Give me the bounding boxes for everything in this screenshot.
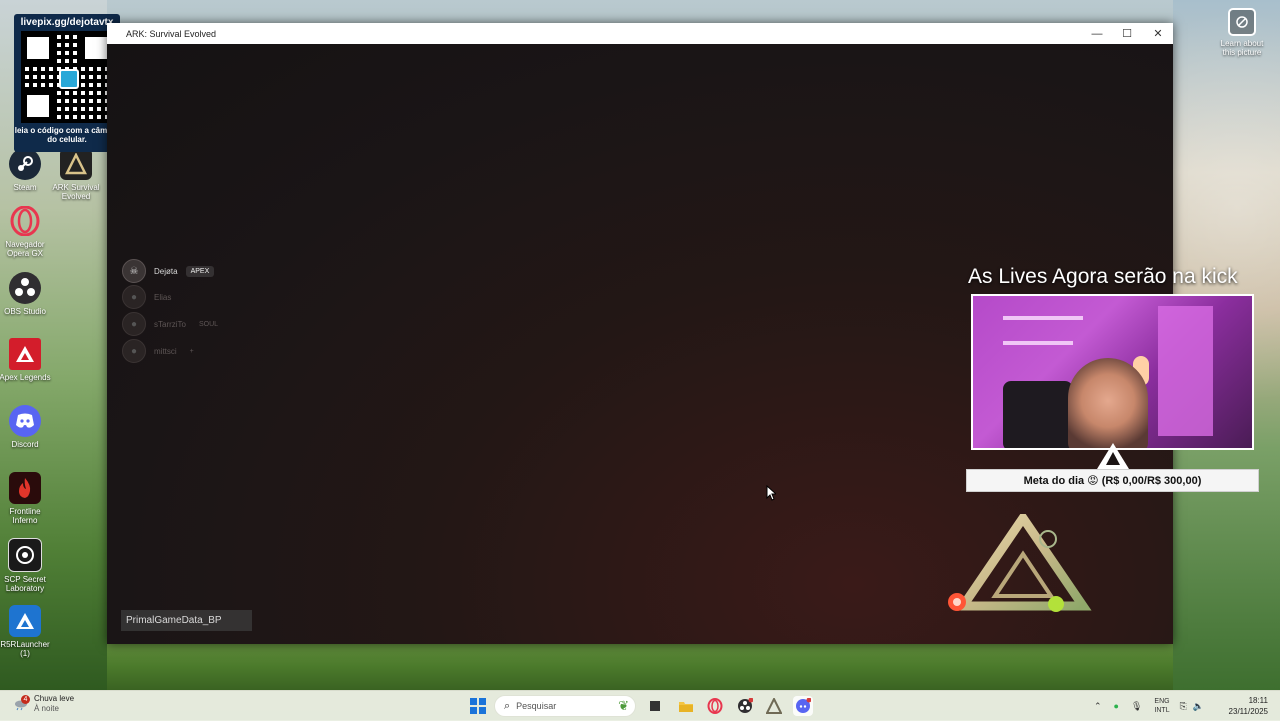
webcam-feed	[971, 294, 1254, 450]
stream-title: As Lives Agora serão na kick	[968, 265, 1238, 288]
desktop-icon-discord[interactable]: Discord	[0, 405, 51, 449]
mouse-cursor-icon	[766, 485, 776, 501]
minimize-button[interactable]: —	[1082, 23, 1112, 44]
qr-url-text: livepix.gg/dejotavtx	[20, 17, 114, 28]
desktop-icon-r5r[interactable]: R5RLauncher (1)	[0, 605, 51, 658]
qr-code	[21, 31, 113, 123]
tray-overflow-chevron-icon[interactable]: ⌃	[1094, 701, 1102, 712]
keyboard-lang: ENG	[1154, 698, 1170, 705]
desktop-icon-label: Discord	[11, 440, 39, 449]
discord-icon	[796, 698, 811, 713]
desktop-icon-label: Frontline Inferno	[9, 507, 41, 525]
learn-label: Learn about this picture	[1220, 39, 1264, 57]
taskbar-obs[interactable]	[735, 696, 755, 716]
discord-icon	[9, 405, 41, 437]
avatar: ☠	[122, 259, 146, 283]
weather-icon: 4	[14, 695, 30, 711]
window-title: ARK: Survival Evolved	[126, 28, 217, 39]
camera-icon	[1228, 8, 1256, 36]
tray-status-icon[interactable]: ●	[1114, 701, 1119, 711]
avatar: ●	[122, 339, 146, 363]
keyboard-variant: INTL	[1154, 707, 1170, 714]
start-button[interactable]	[470, 698, 486, 714]
loading-status-label: PrimalGameData_BP	[121, 610, 252, 631]
network-icon[interactable]: ⎘	[1180, 701, 1187, 712]
microphone-icon[interactable]: 🎙	[1131, 701, 1142, 712]
donation-goal-bar: Meta do dia 😡 (R$ 0,00/R$ 300,00)	[966, 469, 1259, 492]
taskbar-clock[interactable]: 18:11 23/11/2025	[1222, 695, 1268, 717]
ark-logo	[948, 514, 1092, 612]
party-member: ● sTarrziTo SOUL	[122, 312, 223, 336]
clock-time: 18:11	[1248, 696, 1268, 705]
party-member-tag: APEX	[185, 265, 215, 277]
desktop-icon-frontline[interactable]: Frontline Inferno	[0, 472, 51, 525]
keyboard-layout[interactable]: ENG INTL	[1154, 697, 1169, 715]
qr-hint-text: leia o código com a câmera do celular.	[14, 126, 120, 144]
search-placeholder: Pesquisar	[516, 701, 557, 711]
taskbar: 4 Chuva leve À noite ⌕ Pesquisar ❦ ⌃ ● 🎙	[0, 690, 1280, 721]
window-titlebar[interactable]: ARK: Survival Evolved — ☐ ✕	[107, 23, 1173, 45]
frontline-icon	[9, 472, 41, 504]
desktop-icon-label: R5RLauncher (1)	[0, 640, 50, 658]
desktop-wallpaper-bottom	[107, 644, 1173, 690]
search-highlight-icon: ❦	[618, 698, 629, 713]
desktop-icon-label: SCP Secret Laboratory	[4, 575, 46, 593]
clock-date: 23/11/2025	[1228, 707, 1268, 716]
desktop-icon-label: Apex Legends	[0, 373, 51, 382]
learn-about-picture[interactable]: Learn about this picture	[1216, 8, 1268, 57]
party-member-name: Dejøta	[154, 266, 178, 276]
volume-icon[interactable]: 🔈	[1193, 701, 1204, 712]
avatar: ●	[122, 285, 146, 309]
desktop-icon-ark[interactable]: ARK Survival Evolved	[50, 148, 102, 201]
desktop-icon-obs[interactable]: OBS Studio	[0, 272, 51, 316]
party-member-tag: +	[189, 347, 194, 355]
task-view-button[interactable]	[645, 696, 665, 716]
apex-icon	[9, 338, 41, 370]
desktop-icon-steam[interactable]: Steam	[0, 148, 51, 192]
opera-gx-icon	[707, 698, 723, 714]
task-view-icon	[650, 701, 660, 711]
apex-logo-icon	[1097, 443, 1129, 469]
steam-icon	[9, 148, 41, 180]
r5r-icon	[9, 605, 41, 637]
close-button[interactable]: ✕	[1143, 23, 1173, 44]
party-member: ● Elias	[122, 285, 171, 309]
party-member: ● mittsci +	[122, 339, 199, 363]
maximize-button[interactable]: ☐	[1112, 23, 1142, 44]
desktop-icon-apex[interactable]: Apex Legends	[0, 338, 51, 382]
weather-badge: 4	[21, 695, 30, 704]
obs-icon	[9, 272, 41, 304]
ark-icon	[766, 698, 782, 714]
taskbar-discord[interactable]	[793, 696, 813, 716]
taskbar-opera-gx[interactable]	[705, 696, 725, 716]
weather-widget[interactable]: 4 Chuva leve À noite	[14, 694, 74, 714]
search-icon: ⌕	[504, 699, 511, 712]
weather-time: À noite	[34, 704, 59, 713]
desktop-icon-label: Navegador Opera GX	[5, 240, 45, 258]
desktop-icon-label: OBS Studio	[4, 307, 46, 316]
taskbar-ark[interactable]	[764, 696, 784, 716]
party-member-name: mittsci	[154, 346, 177, 356]
ark-icon	[60, 148, 92, 180]
file-explorer-icon	[679, 702, 693, 712]
taskbar-search[interactable]: ⌕ Pesquisar ❦	[494, 695, 636, 717]
desktop-icon-opera-gx[interactable]: Navegador Opera GX	[0, 205, 51, 258]
party-member: ☠ Dejøta APEX	[122, 259, 215, 283]
desktop-icon-label: ARK Survival Evolved	[52, 183, 100, 201]
file-explorer-button[interactable]	[676, 696, 696, 716]
party-member-name: Elias	[154, 292, 172, 302]
obs-icon	[738, 698, 753, 713]
desktop-icon-scp[interactable]: SCP Secret Laboratory	[0, 538, 51, 593]
avatar: ●	[122, 312, 146, 336]
opera-gx-icon	[9, 205, 41, 237]
desktop-icon-label: Steam	[13, 183, 37, 192]
weather-condition: Chuva leve	[34, 694, 75, 703]
scp-icon	[8, 538, 42, 572]
party-member-name: sTarrziTo	[154, 319, 187, 329]
livepix-qr-overlay: livepix.gg/dejotavtx leia o código com a…	[14, 14, 120, 152]
party-member-tag: SOUL	[199, 320, 219, 328]
